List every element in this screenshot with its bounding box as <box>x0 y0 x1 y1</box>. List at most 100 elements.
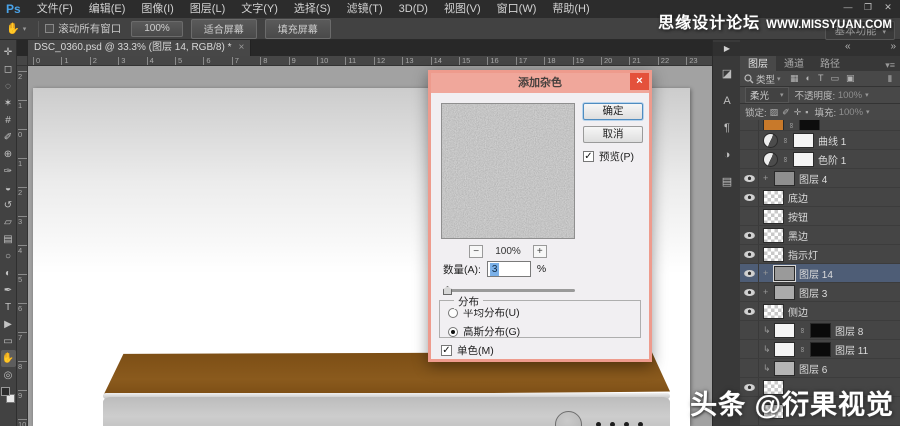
lock-transparency-icon[interactable]: ▨ <box>770 107 779 118</box>
radio-button[interactable] <box>448 307 458 318</box>
foreground-color-swatch[interactable] <box>1 387 10 396</box>
dodge-tool[interactable]: ◐ <box>1 265 16 282</box>
tab-图层[interactable]: 图层 <box>740 54 776 71</box>
vertical-ruler[interactable]: 2 1 0 1 2 3 4 5 6 7 8 9 10 <box>17 66 28 426</box>
dialog-close-icon[interactable]: × <box>630 73 649 90</box>
dialog-titlebar[interactable]: 添加杂色 × <box>431 73 649 93</box>
eyedropper-tool[interactable]: ✐ <box>1 129 16 146</box>
tab-路径[interactable]: 路径 <box>812 54 848 71</box>
lock-all-icon[interactable]: ▪ <box>805 107 808 118</box>
amount-input[interactable]: 3 <box>486 261 531 277</box>
preview-checkbox[interactable]: ✓ <box>583 151 594 162</box>
visibility-toggle[interactable] <box>740 120 759 130</box>
panel-menu-icon[interactable]: ▾≡ <box>885 60 900 71</box>
cancel-button[interactable]: 取消 <box>583 126 643 143</box>
layer-comps-panel-icon[interactable]: ▤ <box>717 172 737 192</box>
layer-row[interactable]: 侧边 <box>740 302 900 321</box>
expand-panels-icon[interactable]: » <box>890 41 896 52</box>
history-brush-tool[interactable]: ↺ <box>1 197 16 214</box>
menu-item[interactable]: 文件(F) <box>29 0 81 18</box>
collapse-panels-icon[interactable]: « <box>845 41 851 52</box>
hand-tool[interactable]: ✋ <box>0 350 16 367</box>
monochromatic-checkbox[interactable]: ✓ <box>441 345 452 356</box>
layer-row[interactable]: + 图层 4 <box>740 169 900 188</box>
shape-tool[interactable]: ▭ <box>1 333 16 350</box>
opacity-value[interactable]: 100% <box>838 90 862 101</box>
ok-button[interactable]: 确定 <box>583 103 643 120</box>
character-panel-icon[interactable]: A <box>717 91 737 111</box>
brush-tool[interactable]: ✑ <box>1 163 16 180</box>
visibility-toggle[interactable] <box>740 264 759 282</box>
expand-dock-icon[interactable]: ▶ <box>713 42 741 56</box>
blend-mode-select[interactable]: 柔光 ▾ <box>745 87 789 103</box>
visibility-toggle[interactable] <box>740 245 759 263</box>
layer-row[interactable]: ↳ ∞ 图层 11 <box>740 340 900 359</box>
paragraph-panel-icon[interactable]: ¶ <box>717 118 737 138</box>
clone-stamp-tool[interactable]: ◒ <box>1 180 16 197</box>
layer-row[interactable]: 指示灯 <box>740 245 900 264</box>
menu-item[interactable]: 编辑(E) <box>81 0 134 18</box>
layer-row[interactable]: ∞ 曲线 1 <box>740 131 900 150</box>
layer-row[interactable]: 黑边 <box>740 226 900 245</box>
visibility-toggle[interactable] <box>740 321 759 339</box>
crop-tool[interactable]: # <box>1 112 16 129</box>
layer-row[interactable]: 按钮 <box>740 207 900 226</box>
eraser-tool[interactable]: ▱ <box>1 214 16 231</box>
type-tool[interactable]: T <box>1 299 16 316</box>
visibility-toggle[interactable] <box>740 226 759 244</box>
menu-item[interactable]: 文字(Y) <box>233 0 286 18</box>
visibility-toggle[interactable] <box>740 340 759 358</box>
menu-item[interactable]: 图像(I) <box>133 0 181 18</box>
visibility-toggle[interactable] <box>740 283 759 301</box>
marquee-tool[interactable]: ◻ <box>1 61 16 78</box>
color-swatches[interactable] <box>1 387 15 403</box>
path-selection-tool[interactable]: ▶ <box>1 316 16 333</box>
menu-item[interactable]: 选择(S) <box>286 0 339 18</box>
filter-kind-label[interactable]: 类型 <box>756 72 775 86</box>
visibility-toggle[interactable] <box>740 188 759 206</box>
filter-pixel-layers-icon[interactable]: ▦ <box>790 73 799 84</box>
document-tab[interactable]: DSC_0360.psd @ 33.3% (图层 14, RGB/8) * × <box>28 40 252 56</box>
zoom-100-button[interactable]: 100% <box>131 20 183 37</box>
fit-screen-button[interactable]: 适合屏幕 <box>190 18 257 39</box>
slider-thumb[interactable] <box>443 286 452 295</box>
layer-row[interactable]: 底边 <box>740 188 900 207</box>
visibility-toggle[interactable] <box>740 131 759 149</box>
menu-item[interactable]: 帮助(H) <box>544 0 597 18</box>
layer-row[interactable]: + 图层 14 <box>740 264 900 283</box>
move-tool[interactable]: ✛ <box>1 44 16 61</box>
adjustments-panel-icon[interactable]: ◑ <box>717 145 737 165</box>
lock-pixels-icon[interactable]: ✐ <box>782 107 790 118</box>
layer-row[interactable]: ∞ <box>740 120 900 131</box>
visibility-toggle[interactable] <box>740 359 759 377</box>
layer-row[interactable]: ↳ 图层 6 <box>740 359 900 378</box>
swatches-panel-icon[interactable]: ◪ <box>717 64 737 84</box>
filter-toggle-icon[interactable]: ▮ <box>888 73 893 84</box>
pen-tool[interactable]: ✒ <box>1 282 16 299</box>
layer-row[interactable]: ↳ ∞ 图层 8 <box>740 321 900 340</box>
filter-shape-layers-icon[interactable]: ▭ <box>830 73 839 84</box>
menu-item[interactable]: 3D(D) <box>391 0 436 18</box>
blur-tool[interactable]: ○ <box>1 248 16 265</box>
magic-wand-tool[interactable]: ✶ <box>1 95 16 112</box>
menu-item[interactable]: 窗口(W) <box>489 0 545 18</box>
visibility-toggle[interactable] <box>740 207 759 225</box>
tab-通道[interactable]: 通道 <box>776 54 812 71</box>
lock-position-icon[interactable]: ✛ <box>794 107 802 118</box>
horizontal-ruler[interactable]: 0 1 2 3 4 5 6 7 8 9 10 11 12 13 14 15 16 17 18 19 20 21 22 23 <box>28 56 712 66</box>
visibility-toggle[interactable] <box>740 150 759 168</box>
visibility-toggle[interactable] <box>740 169 759 187</box>
lasso-tool[interactable]: ◌ <box>1 78 16 95</box>
current-tool-preset[interactable]: ✋ ▾ <box>0 22 32 35</box>
menu-item[interactable]: 滤镜(T) <box>339 0 391 18</box>
scroll-all-windows-checkbox[interactable] <box>45 24 55 33</box>
layer-row[interactable]: + 图层 3 <box>740 283 900 302</box>
filter-adjustment-layers-icon[interactable]: ◐ <box>806 73 811 84</box>
menu-item[interactable]: 视图(V) <box>436 0 489 18</box>
filter-type-layers-icon[interactable]: T <box>818 73 824 84</box>
fill-value[interactable]: 100% <box>839 107 863 118</box>
tab-close-icon[interactable]: × <box>238 40 244 56</box>
zoom-out-button[interactable]: − <box>469 245 484 258</box>
zoom-in-button[interactable]: + <box>532 245 547 258</box>
distribution-option[interactable]: 高斯分布(G) <box>448 324 640 339</box>
